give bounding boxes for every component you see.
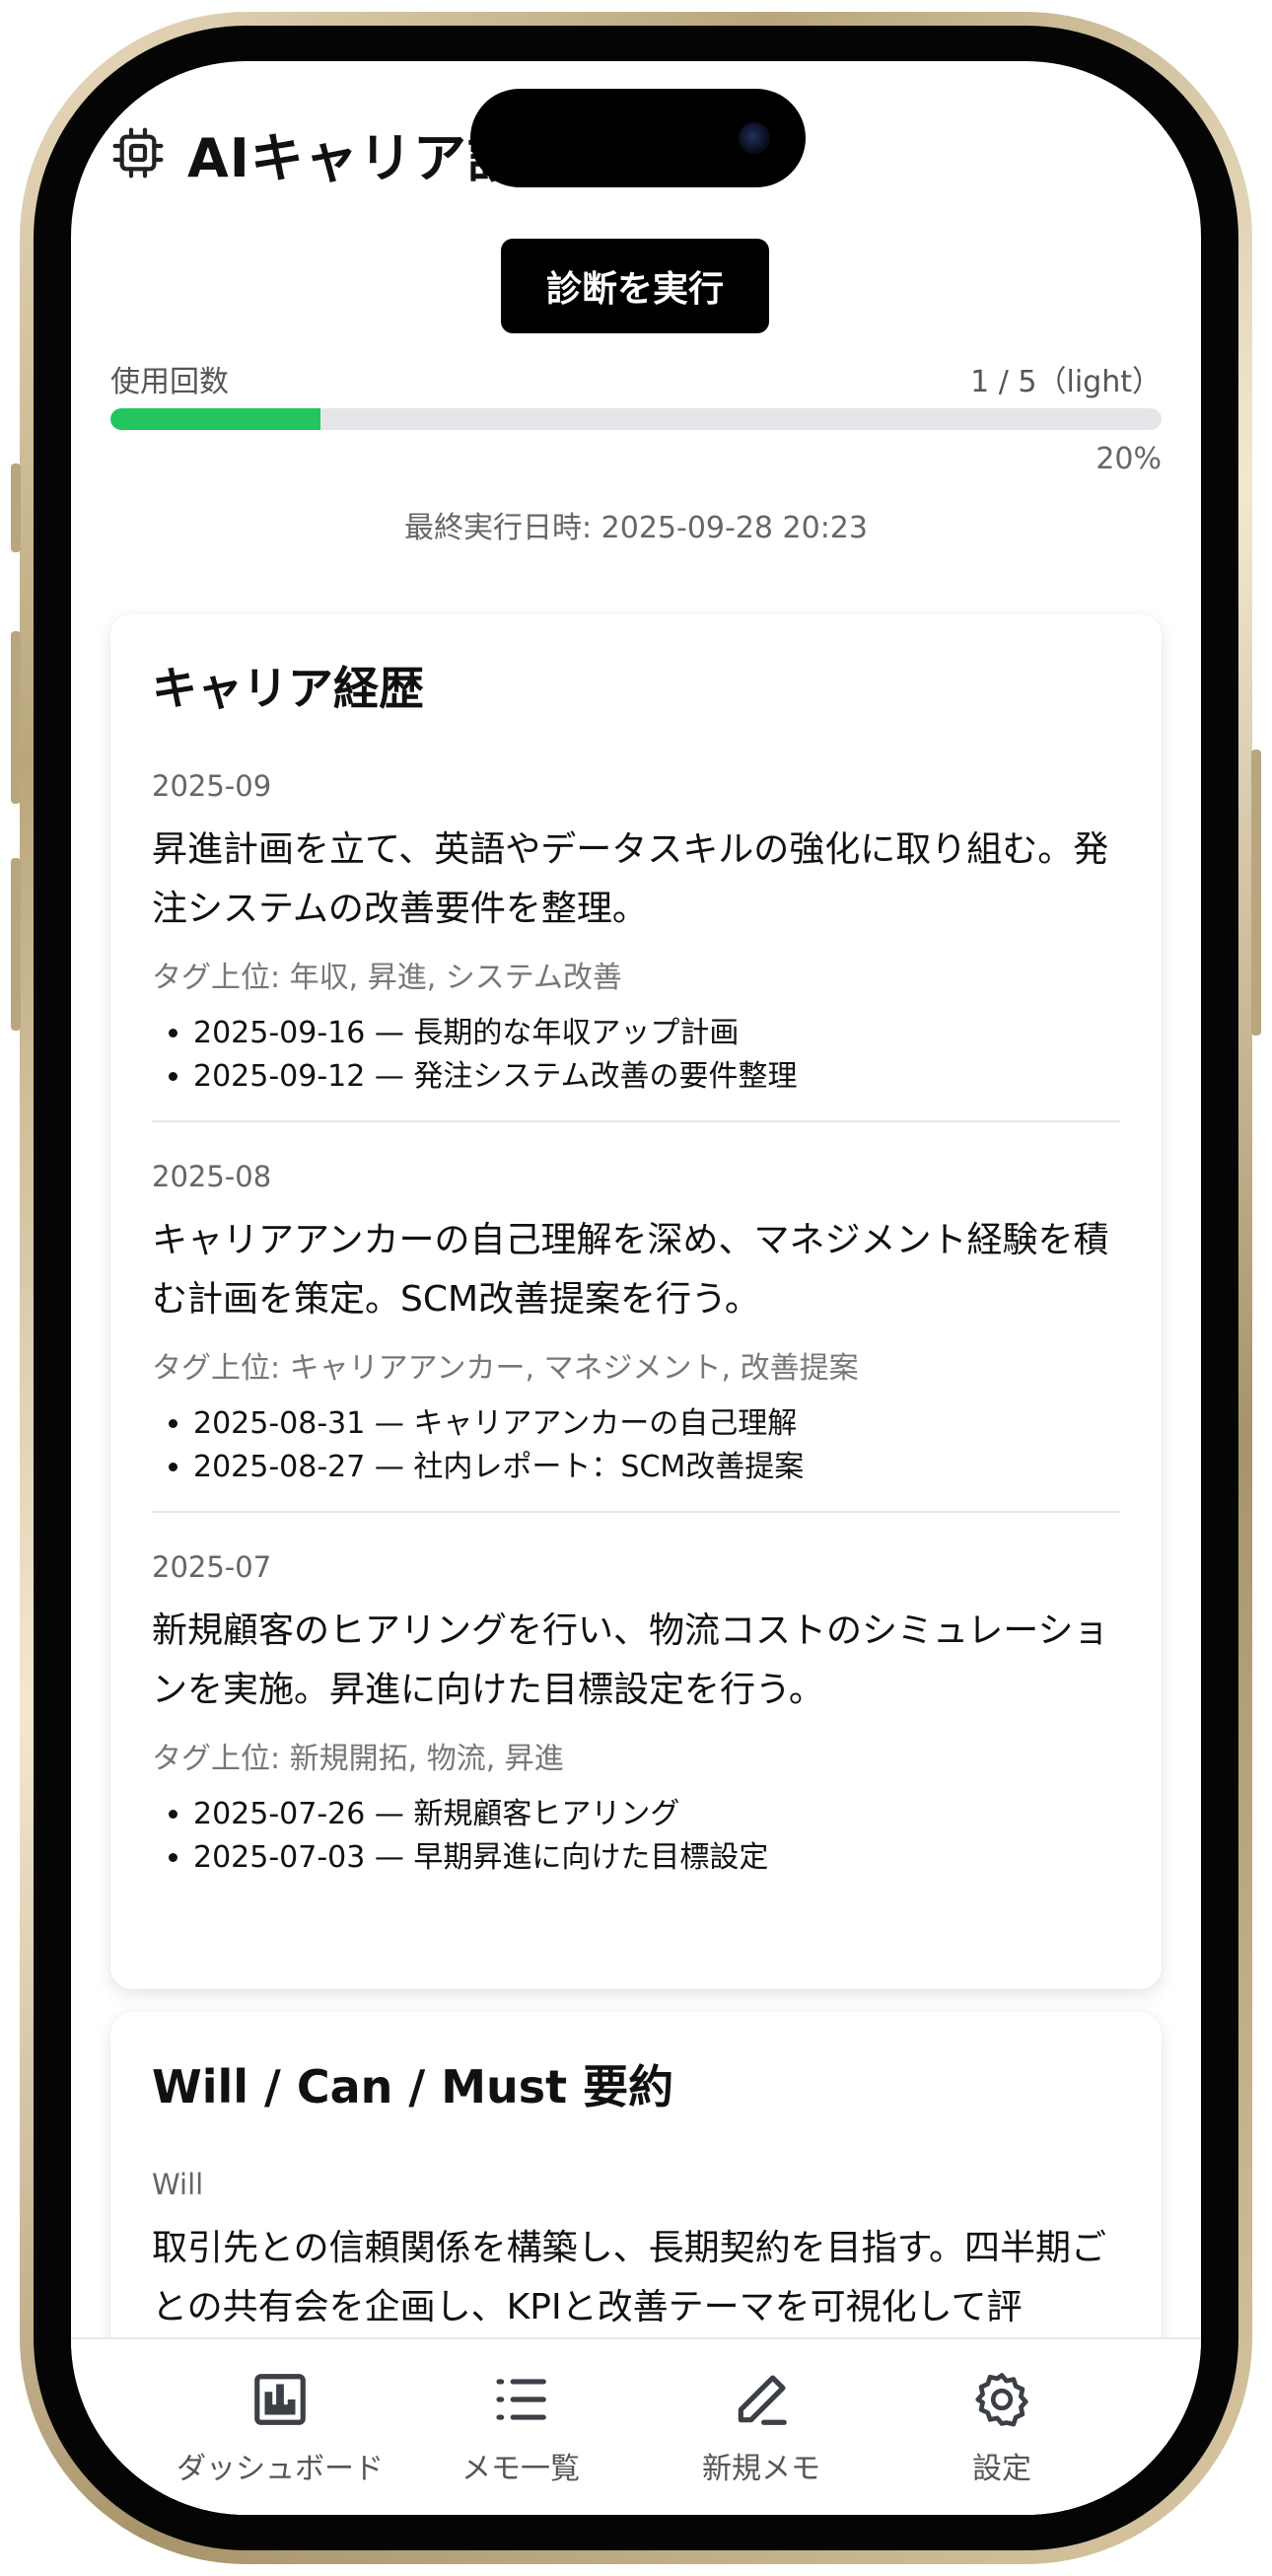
career-history-card: キャリア経歴 2025-09 昇進計画を立て、英語やデータスキルの強化に取り組む…	[110, 613, 1162, 1989]
side-button-volume-up	[11, 631, 21, 804]
side-button-power	[1251, 750, 1261, 1036]
memo-list-item[interactable]: 2025-07-03 — 早期昇進に向けた目標設定	[193, 1836, 1120, 1880]
entry-memo-list: 2025-09-16 — 長期的な年収アップ計画 2025-09-12 — 発注…	[152, 1012, 1120, 1099]
entry-tags: タグ上位: 新規開拓, 物流, 昇進	[152, 1742, 564, 1776]
list-icon	[496, 2379, 546, 2420]
memo-list-item[interactable]: 2025-09-12 — 発注システム改善の要件整理	[193, 1055, 1120, 1099]
career-entry: 2025-09 昇進計画を立て、英語やデータスキルの強化に取り組む。発注システム…	[152, 769, 1120, 1122]
will-text: 取引先との信頼関係を構築し、長期契約を目指す。四半期ごとの共有会を企画し、KPI…	[152, 2228, 1107, 2327]
entry-summary: キャリアアンカーの自己理解を深め、マネジメント経験を積む計画を策定。SCM改善提…	[152, 1220, 1109, 1320]
memo-list-item[interactable]: 2025-07-26 — 新規顧客ヒアリング	[193, 1793, 1120, 1836]
usage-label: 使用回数	[110, 365, 229, 399]
entry-summary: 新規顧客のヒアリングを行い、物流コストのシミュレーションを実施。昇進に向けた目標…	[152, 1610, 1109, 1710]
career-history-title: キャリア経歴	[152, 662, 424, 715]
career-entry: 2025-07 新規顧客のヒアリングを行い、物流コストのシミュレーションを実施。…	[152, 1550, 1120, 1901]
entry-month: 2025-08	[152, 1160, 272, 1193]
side-button-action	[11, 464, 21, 552]
last-run-timestamp: 最終実行日時: 2025-09-28 20:23	[404, 511, 868, 545]
bottom-nav: ダッシュボード メモ一覧 新規メモ 設定	[71, 2337, 1201, 2515]
pencil-icon	[738, 2375, 787, 2425]
nav-label: ダッシュボード	[177, 2452, 384, 2486]
nav-label: 新規メモ	[702, 2452, 820, 2486]
usage-count: 1 / 5（light）	[970, 365, 1162, 399]
entry-tags: タグ上位: キャリアアンカー, マネジメント, 改善提案	[152, 1351, 859, 1386]
entry-memo-list: 2025-08-31 — キャリアアンカーの自己理解 2025-08-27 — …	[152, 1402, 1120, 1489]
usage-progress-bar	[110, 408, 1162, 430]
memo-list-item[interactable]: 2025-08-27 — 社内レポート：SCM改善提案	[193, 1446, 1120, 1489]
entry-tags: タグ上位: 年収, 昇進, システム改善	[152, 961, 622, 995]
will-label: Will	[152, 2168, 204, 2201]
will-can-must-title: Will / Can / Must 要約	[152, 2060, 674, 2113]
gear-icon	[975, 2373, 1028, 2427]
screen: AIキャリア診断 診断を実行 使用回数 1 / 5（light） 20% 最終実…	[71, 61, 1201, 2515]
nav-item-new-memo[interactable]: 新規メモ	[643, 2369, 880, 2487]
nav-item-memo-list[interactable]: メモ一覧	[402, 2369, 639, 2487]
nav-item-settings[interactable]: 設定	[883, 2369, 1120, 2487]
entry-month: 2025-07	[152, 1550, 272, 1584]
entry-memo-list: 2025-07-26 — 新規顧客ヒアリング 2025-07-03 — 早期昇進…	[152, 1793, 1120, 1880]
career-entry: 2025-08 キャリアアンカーの自己理解を深め、マネジメント経験を積む計画を策…	[152, 1160, 1120, 1513]
camera-icon	[739, 122, 770, 154]
memo-list-item[interactable]: 2025-09-16 — 長期的な年収アップ計画	[193, 1012, 1120, 1055]
entry-month: 2025-09	[152, 769, 272, 803]
usage-progress-fill	[110, 408, 321, 430]
usage-percent: 20%	[1095, 442, 1162, 476]
entry-summary: 昇進計画を立て、英語やデータスキルの強化に取り組む。発注システムの改善要件を整理…	[152, 829, 1109, 929]
memo-list-item[interactable]: 2025-08-31 — キャリアアンカーの自己理解	[193, 1402, 1120, 1446]
nav-label: メモ一覧	[461, 2452, 580, 2486]
run-diagnosis-button[interactable]: 診断を実行	[501, 239, 769, 333]
dashboard-icon	[254, 2374, 306, 2425]
dynamic-island	[470, 89, 806, 187]
chip-icon	[112, 127, 164, 179]
side-button-volume-down	[11, 858, 21, 1031]
nav-item-dashboard[interactable]: ダッシュボード	[162, 2369, 398, 2487]
nav-label: 設定	[972, 2452, 1031, 2486]
